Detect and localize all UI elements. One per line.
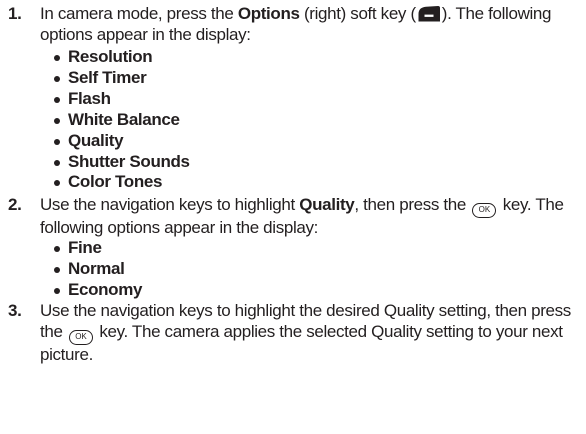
step-line: Use the navigation keys to highlight Qua… xyxy=(40,195,580,218)
ok-key-icon: OK xyxy=(472,203,497,218)
step-number: 1 xyxy=(8,4,21,25)
list-item: Self Timer xyxy=(52,68,190,89)
step-text: options appear in the display: xyxy=(40,24,251,44)
options-key-name: Options xyxy=(237,4,300,23)
step-line: picture. xyxy=(40,345,580,366)
camera-options-list: Resolution Self Timer Flash White Balanc… xyxy=(52,47,190,193)
step-line: options appear in the display: xyxy=(40,25,580,46)
step-line: In camera mode, press the Options (right… xyxy=(40,4,580,25)
quality-options-list: Fine Normal Economy xyxy=(52,238,142,301)
step-text: the xyxy=(40,321,67,341)
step-text: following options appear in the display: xyxy=(40,218,319,237)
step-number: 2 xyxy=(8,195,21,216)
list-item: Quality xyxy=(52,131,190,152)
step-1: 1 In camera mode, press the Options (rig… xyxy=(8,4,580,46)
list-item: Economy xyxy=(52,280,142,301)
list-item: Fine xyxy=(52,238,142,259)
step-line: Use the navigation keys to highlight the… xyxy=(40,301,580,322)
step-text: Use the navigation keys to highlight the… xyxy=(40,301,571,320)
list-item: Shutter Sounds xyxy=(52,152,190,173)
right-soft-key-icon xyxy=(418,6,440,22)
step-text: (right) soft key ( xyxy=(299,4,416,23)
list-item: Resolution xyxy=(52,47,190,68)
list-item: White Balance xyxy=(52,110,190,131)
step-text: ). The following xyxy=(441,4,552,23)
step-2: 2 Use the navigation keys to highlight Q… xyxy=(8,195,580,239)
step-text: picture. xyxy=(40,344,93,364)
step-text: Use the navigation keys to highlight xyxy=(40,195,300,214)
list-item: Normal xyxy=(52,259,142,280)
step-text: In camera mode, press the xyxy=(40,4,238,23)
step-text: key. The camera applies the selected Qua… xyxy=(94,321,563,341)
step-text: key. The xyxy=(498,195,564,214)
quality-option-name: Quality xyxy=(299,195,355,214)
step-line: the OK key. The camera applies the selec… xyxy=(40,322,580,345)
step-line: following options appear in the display: xyxy=(40,218,580,239)
ok-key-icon: OK xyxy=(68,329,93,345)
list-item: Flash xyxy=(52,89,190,110)
step-number: 3 xyxy=(8,301,21,322)
step-3: 3 Use the navigation keys to highlight t… xyxy=(8,301,580,366)
instruction-document: 1 In camera mode, press the Options (rig… xyxy=(0,0,586,434)
step-text: , then press the xyxy=(354,195,471,214)
list-item: Color Tones xyxy=(52,172,190,193)
